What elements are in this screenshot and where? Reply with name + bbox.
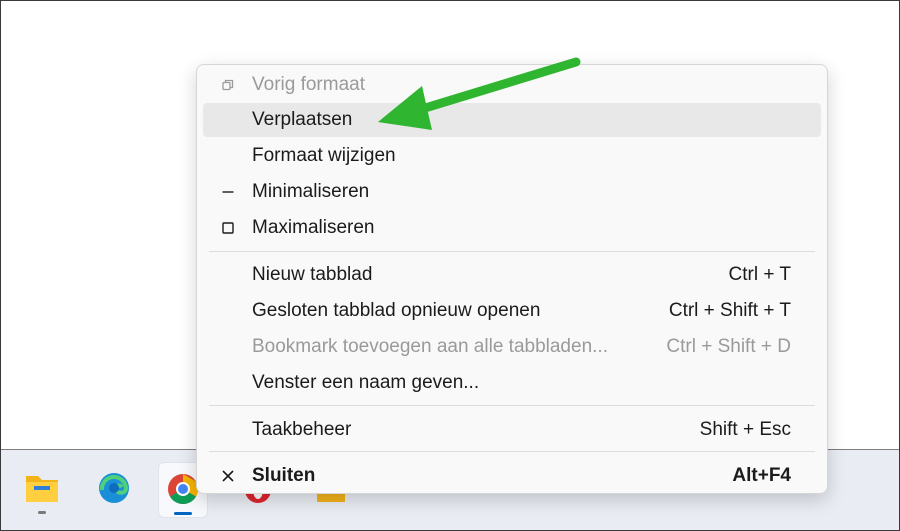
menu-item-reopen-closed-tab[interactable]: Gesloten tabblad opnieuw openen Ctrl + S… [203, 294, 821, 328]
menu-item-label: Gesloten tabblad opnieuw openen [252, 300, 541, 321]
menu-item-shortcut: Ctrl + T [728, 264, 791, 285]
restore-icon [217, 68, 239, 102]
menu-item-label: Minimaliseren [252, 181, 370, 202]
menu-item-resize[interactable]: Formaat wijzigen [203, 139, 821, 173]
menu-item-label: Formaat wijzigen [252, 145, 396, 166]
menu-item-shortcut: Ctrl + Shift + D [666, 336, 791, 357]
menu-item-task-manager[interactable]: Taakbeheer Shift + Esc [203, 413, 821, 447]
menu-item-close[interactable]: Sluiten Alt+F4 [203, 459, 821, 493]
menu-item-label: Bookmark toevoegen aan alle tabbladen... [252, 336, 608, 357]
menu-item-new-tab[interactable]: Nieuw tabblad Ctrl + T [203, 258, 821, 292]
menu-item-label: Verplaatsen [252, 109, 353, 130]
menu-item-label: Maximaliseren [252, 217, 375, 238]
menu-item-maximize[interactable]: Maximaliseren [203, 211, 821, 245]
taskbar-edge[interactable] [90, 462, 138, 516]
menu-separator [209, 405, 815, 406]
menu-item-shortcut: Alt+F4 [732, 465, 791, 486]
menu-item-shortcut: Shift + Esc [699, 419, 791, 440]
maximize-icon [217, 211, 239, 245]
menu-item-label: Sluiten [252, 465, 316, 486]
folder-icon [26, 476, 58, 502]
menu-item-label: Vorig formaat [252, 74, 365, 95]
edge-icon [99, 473, 129, 503]
menu-item-label: Nieuw tabblad [252, 264, 373, 285]
annotation-arrow-icon [378, 57, 581, 130]
menu-separator [209, 451, 815, 452]
taskbar-file-explorer[interactable] [18, 462, 66, 516]
menu-item-bookmark-all-tabs[interactable]: Bookmark toevoegen aan alle tabbladen...… [203, 330, 821, 364]
menu-item-label: Venster een naam geven... [252, 372, 480, 393]
menu-item-name-window[interactable]: Venster een naam geven... [203, 366, 821, 400]
menu-item-label: Taakbeheer [252, 419, 352, 440]
close-icon [217, 459, 239, 493]
menu-separator [209, 251, 815, 252]
menu-item-shortcut: Ctrl + Shift + T [668, 300, 791, 321]
minimize-icon [217, 175, 239, 209]
menu-item-minimize[interactable]: Minimaliseren [203, 175, 821, 209]
